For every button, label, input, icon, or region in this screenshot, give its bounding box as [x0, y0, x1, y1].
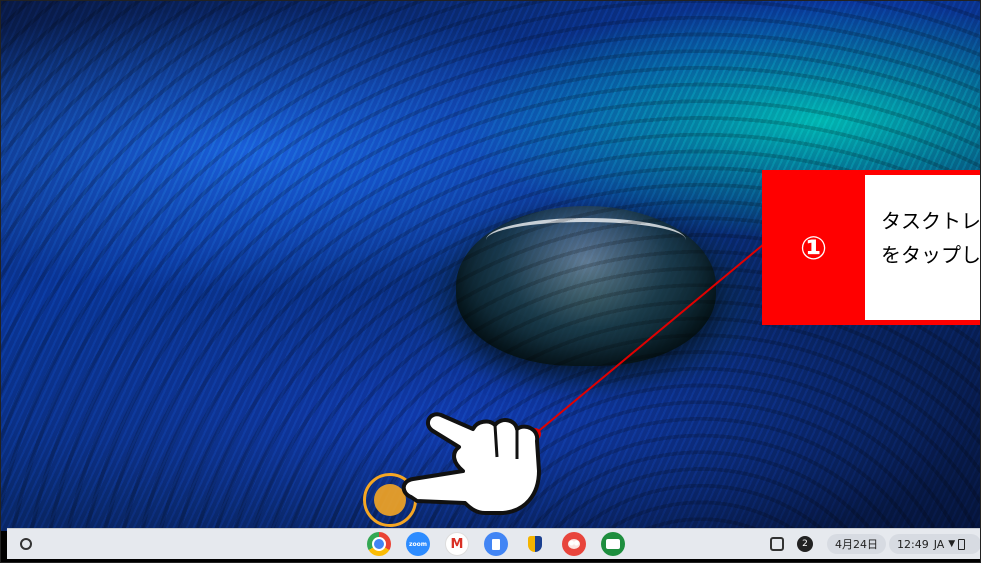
screen: ① タスクトレイの をタップし zoom M 2 4月24日 12:49 — [0, 0, 981, 563]
shelf-app-docs[interactable] — [484, 532, 508, 556]
clipboard-icon — [770, 537, 784, 551]
launcher-button[interactable] — [19, 537, 33, 551]
shelf-taskbar: zoom M 2 4月24日 12:49 JA ▼ — [7, 528, 980, 559]
tray-ime: JA — [933, 537, 945, 551]
notification-badge[interactable]: 2 — [795, 534, 815, 554]
pointing-hand-icon — [401, 412, 541, 515]
shelf-app-paint[interactable] — [562, 532, 586, 556]
tray-time: 12:49 — [897, 537, 929, 551]
wifi-icon: ▼ — [948, 539, 956, 549]
step-number: ① — [799, 228, 828, 267]
step-instruction: タスクトレイの をタップし — [865, 175, 981, 320]
step-instruction-line2: をタップし — [881, 245, 981, 267]
tray-date: 4月24日 — [835, 538, 878, 551]
zoom-icon: zoom — [409, 540, 427, 548]
clipboard-tray-button[interactable] — [767, 534, 787, 554]
shelf-app-shield[interactable] — [523, 532, 547, 556]
launcher-circle-icon — [20, 538, 32, 550]
step-callout: ① タスクトレイの をタップし — [762, 170, 981, 325]
battery-icon — [958, 538, 966, 550]
shelf-app-chrome[interactable] — [367, 532, 391, 556]
notification-count-icon: 2 — [797, 536, 813, 552]
status-tray[interactable]: 12:49 JA ▼ — [889, 534, 980, 554]
water-droplet — [456, 206, 716, 366]
shelf-app-gmail[interactable]: M — [445, 532, 469, 556]
shelf-app-classroom[interactable] — [601, 532, 625, 556]
shelf-app-zoom[interactable]: zoom — [406, 532, 430, 556]
date-tray[interactable]: 4月24日 — [827, 534, 886, 554]
step-instruction-line1: タスクトレイの — [881, 211, 981, 233]
gmail-icon: M — [450, 536, 464, 552]
